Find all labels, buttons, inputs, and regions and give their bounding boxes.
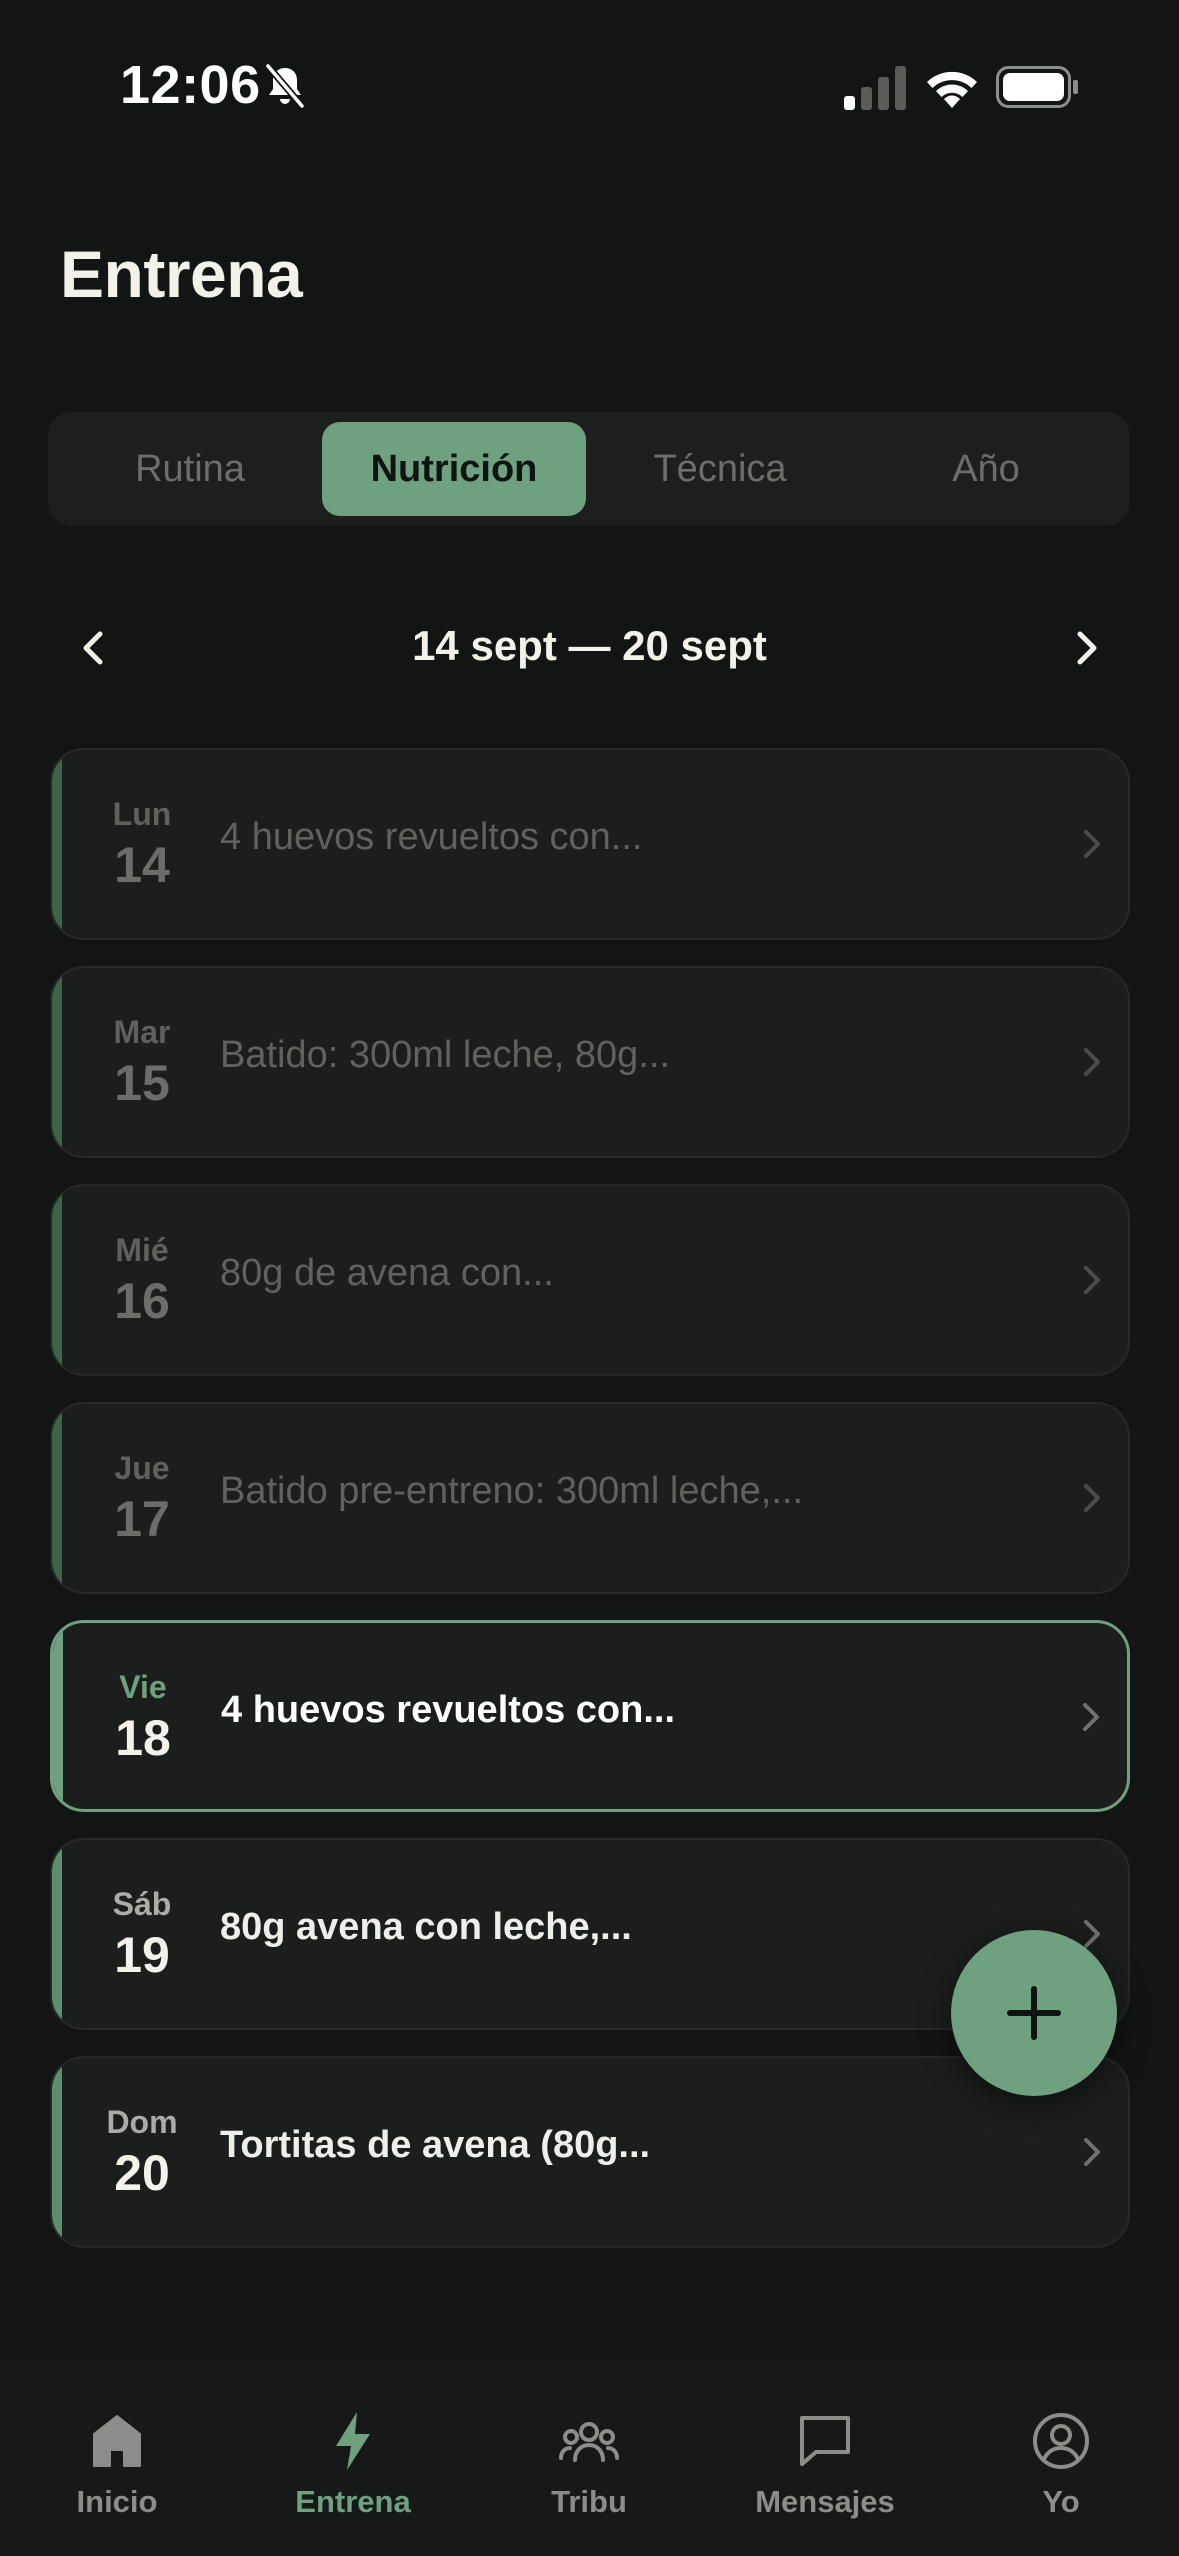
chevron-right-icon	[1084, 1266, 1100, 1294]
day-card-accent	[53, 1623, 63, 1809]
tab-ano[interactable]: Año	[854, 422, 1118, 516]
day-name: Lun	[112, 796, 172, 832]
next-week-chevron-icon[interactable]	[1064, 626, 1108, 670]
day-card-mar[interactable]: Mar 15 Batido: 300ml leche, 80g...	[50, 966, 1130, 1158]
nav-entrena[interactable]: Entrena	[253, 2410, 453, 2530]
profile-icon	[1033, 2413, 1089, 2469]
chevron-right-icon	[1084, 2138, 1100, 2166]
day-number: 14	[114, 837, 170, 893]
chevron-right-icon	[1083, 1703, 1099, 1731]
day-card-dom[interactable]: Dom 20 Tortitas de avena (80g...	[50, 2056, 1130, 2248]
week-navigator: 14 sept — 20 sept	[0, 600, 1179, 696]
status-time: 12:06	[120, 55, 261, 115]
day-card-accent	[52, 2058, 62, 2246]
screen: 12:06 Entrena Rutina Nutrición Técnica A…	[0, 0, 1179, 2556]
day-card-mie[interactable]: Mié 16 80g de avena con...	[50, 1184, 1130, 1376]
bottom-nav: Inicio Entrena Tribu Mensajes Yo	[0, 2360, 1179, 2556]
nav-label: Inicio	[76, 2484, 158, 2519]
group-icon	[559, 2422, 619, 2462]
battery-icon	[996, 66, 1078, 108]
day-card-accent	[52, 968, 62, 1156]
nav-mensajes[interactable]: Mensajes	[725, 2410, 925, 2530]
day-name: Dom	[106, 2104, 178, 2140]
meal-summary: Batido pre-entreno: 300ml leche,...	[220, 1470, 804, 1512]
nav-inicio[interactable]: Inicio	[17, 2410, 217, 2530]
nav-yo[interactable]: Yo	[961, 2410, 1161, 2530]
meal-summary: Batido: 300ml leche, 80g...	[220, 1034, 670, 1076]
meal-summary: Tortitas de avena (80g...	[220, 2124, 651, 2166]
chevron-right-icon	[1084, 1048, 1100, 1076]
meal-summary: 4 huevos revueltos con...	[221, 1689, 676, 1731]
tab-rutina[interactable]: Rutina	[58, 422, 322, 516]
nav-label: Entrena	[295, 2484, 411, 2519]
chevron-right-icon	[1084, 830, 1100, 858]
meal-summary: 80g de avena con...	[220, 1252, 554, 1294]
day-name: Mié	[115, 1232, 169, 1268]
day-card-accent	[52, 1404, 62, 1592]
day-card-vie[interactable]: Vie 18 4 huevos revueltos con...	[50, 1620, 1130, 1812]
day-number: 17	[114, 1491, 170, 1547]
nav-tribu[interactable]: Tribu	[489, 2410, 689, 2530]
meal-summary: 80g avena con leche,...	[220, 1906, 632, 1948]
nav-label: Yo	[1042, 2484, 1080, 2519]
wifi-icon	[927, 71, 977, 108]
day-number: 15	[114, 1055, 170, 1111]
home-icon	[93, 2415, 141, 2467]
day-card-accent	[52, 1186, 62, 1374]
week-range-label: 14 sept — 20 sept	[412, 622, 767, 669]
silent-bell-icon	[264, 62, 306, 110]
chat-icon	[800, 2416, 850, 2466]
status-bar: 12:06	[0, 0, 1179, 150]
day-number: 16	[114, 1273, 170, 1329]
section-tabs: Rutina Nutrición Técnica Año	[48, 412, 1130, 526]
day-name: Jue	[114, 1450, 170, 1486]
meal-summary: 4 huevos revueltos con...	[220, 816, 643, 858]
bolt-icon	[336, 2412, 370, 2470]
day-name: Mar	[113, 1014, 171, 1050]
nav-label: Mensajes	[755, 2484, 895, 2519]
day-card-lun[interactable]: Lun 14 4 huevos revueltos con...	[50, 748, 1130, 940]
day-card-jue[interactable]: Jue 17 Batido pre-entreno: 300ml leche,.…	[50, 1402, 1130, 1594]
page-title: Entrena	[60, 237, 303, 311]
cellular-signal-icon	[844, 66, 906, 110]
day-number: 19	[114, 1927, 170, 1983]
add-button[interactable]	[951, 1930, 1117, 2096]
day-number: 20	[114, 2145, 170, 2201]
tab-nutricion[interactable]: Nutrición	[322, 422, 586, 516]
day-number: 18	[115, 1710, 171, 1766]
nav-label: Tribu	[551, 2484, 627, 2519]
day-card-accent	[52, 1840, 62, 2028]
day-name: Sáb	[112, 1886, 172, 1922]
tab-tecnica[interactable]: Técnica	[588, 422, 852, 516]
day-name: Vie	[119, 1669, 167, 1705]
chevron-right-icon	[1084, 1484, 1100, 1512]
plus-icon	[1007, 1986, 1061, 2040]
day-card-accent	[52, 750, 62, 938]
